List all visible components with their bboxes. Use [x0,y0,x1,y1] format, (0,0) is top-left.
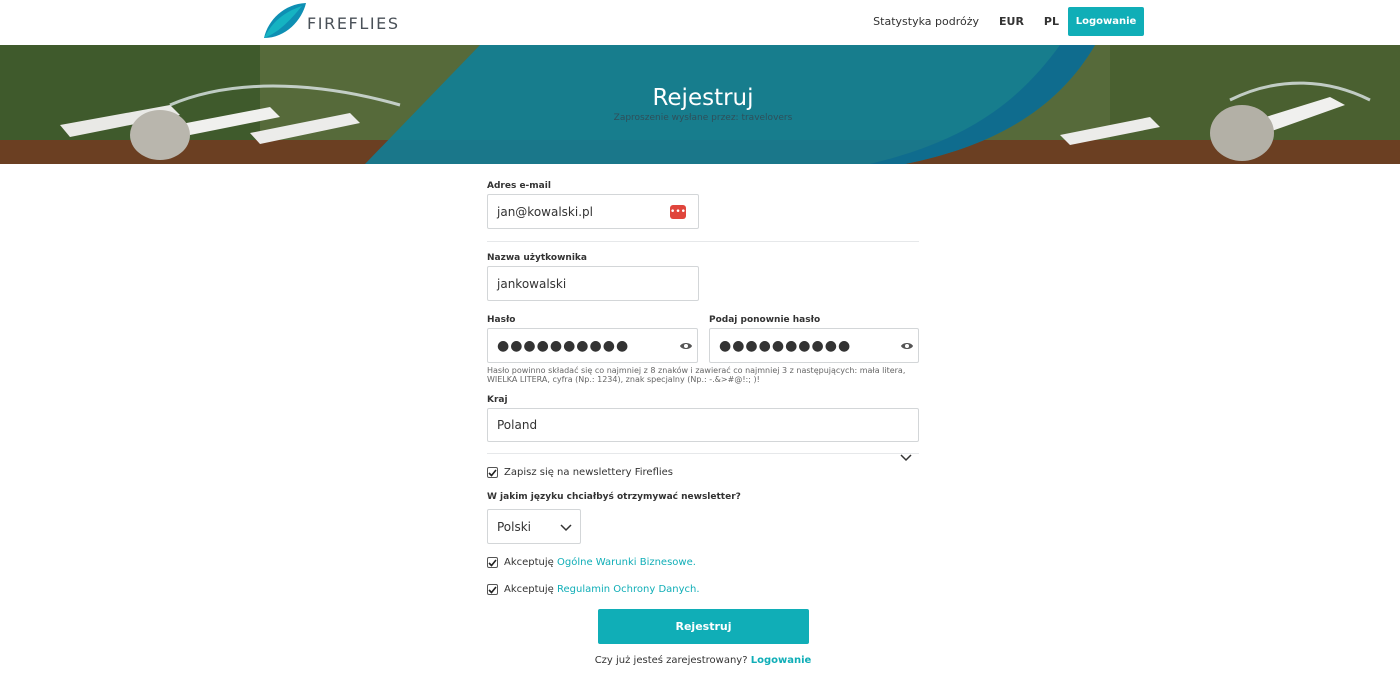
divider [487,453,919,454]
top-navigation-bar: FIREFLIES Statystyka podróży EUR PL Logo… [0,0,1400,45]
password-repeat-label: Podaj ponownie hasło [709,315,821,325]
login-link[interactable]: Logowanie [751,655,812,666]
fireflies-logo[interactable]: FIREFLIES [262,2,398,42]
hero-banner: Rejestruj Zaproszenie wysłane przez: tra… [0,45,1400,164]
checkmark-icon [488,468,497,477]
already-registered-text: Czy już jesteś zarejestrowany? [594,655,748,666]
password-label: Hasło [487,315,516,325]
chevron-down-icon[interactable] [900,454,912,462]
newsletter-language-value: Polski [497,519,532,534]
privacy-checkbox-row[interactable]: Akceptuję Regulamin Ochrony Danych. [487,584,700,595]
country-select[interactable]: Poland [487,408,919,442]
email-field[interactable]: jan@kowalski.pl ••• [487,194,699,229]
logo-text: FIREFLIES [307,14,400,33]
firefly-wing-icon [264,3,306,38]
newsletter-checkbox[interactable] [487,467,498,478]
password-field[interactable]: ●●●●●●●●●● [487,328,698,363]
username-value: jankowalski [497,276,567,291]
password-manager-icon[interactable]: ••• [670,205,686,219]
terms-prefix: Akceptuję [504,557,554,568]
email-value: jan@kowalski.pl [497,204,593,219]
password-value: ●●●●●●●●●● [497,337,630,354]
terms-link[interactable]: Ogólne Warunki Biznesowe. [557,557,696,568]
nav-menu: Statystyka podróży EUR PL Logowanie [873,7,1144,36]
country-label: Kraj [487,395,508,405]
newsletter-language-select[interactable]: Polski [487,509,581,544]
language-selector[interactable]: PL [1044,15,1059,28]
chevron-down-icon [560,524,572,532]
checkmark-icon [488,585,497,594]
newsletter-label: Zapisz się na newslettery Fireflies [504,467,674,478]
privacy-link[interactable]: Regulamin Ochrony Danych. [557,584,700,595]
already-registered-line: Czy już jesteś zarejestrowany? Logowanie [487,655,919,666]
password-hint: Hasło powinno składać się co najmniej z … [487,366,906,384]
currency-selector[interactable]: EUR [999,15,1024,28]
checkmark-icon [488,558,497,567]
password-repeat-field[interactable]: ●●●●●●●●●● [709,328,919,363]
privacy-prefix: Akceptuję [504,584,554,595]
username-field[interactable]: jankowalski [487,266,699,301]
eye-icon[interactable] [679,340,693,352]
login-button[interactable]: Logowanie [1068,7,1144,36]
newsletter-language-label: W jakim języku chciałbyś otrzymywać news… [487,492,741,502]
country-value: Poland [497,418,538,432]
privacy-checkbox[interactable] [487,584,498,595]
invitation-subtitle: Zaproszenie wysłane przez: travelovers [613,113,793,123]
email-label: Adres e-mail [487,181,551,191]
eye-icon[interactable] [900,340,914,352]
terms-checkbox[interactable] [487,557,498,568]
register-button[interactable]: Rejestruj [598,609,809,644]
nav-travel-stats[interactable]: Statystyka podróży [873,15,979,28]
password-repeat-value: ●●●●●●●●●● [719,337,852,354]
divider [487,241,919,242]
page-title: Rejestruj [652,85,754,111]
terms-checkbox-row[interactable]: Akceptuję Ogólne Warunki Biznesowe. [487,557,696,568]
username-label: Nazwa użytkownika [487,253,587,263]
newsletter-checkbox-row[interactable]: Zapisz się na newslettery Fireflies [487,467,673,478]
